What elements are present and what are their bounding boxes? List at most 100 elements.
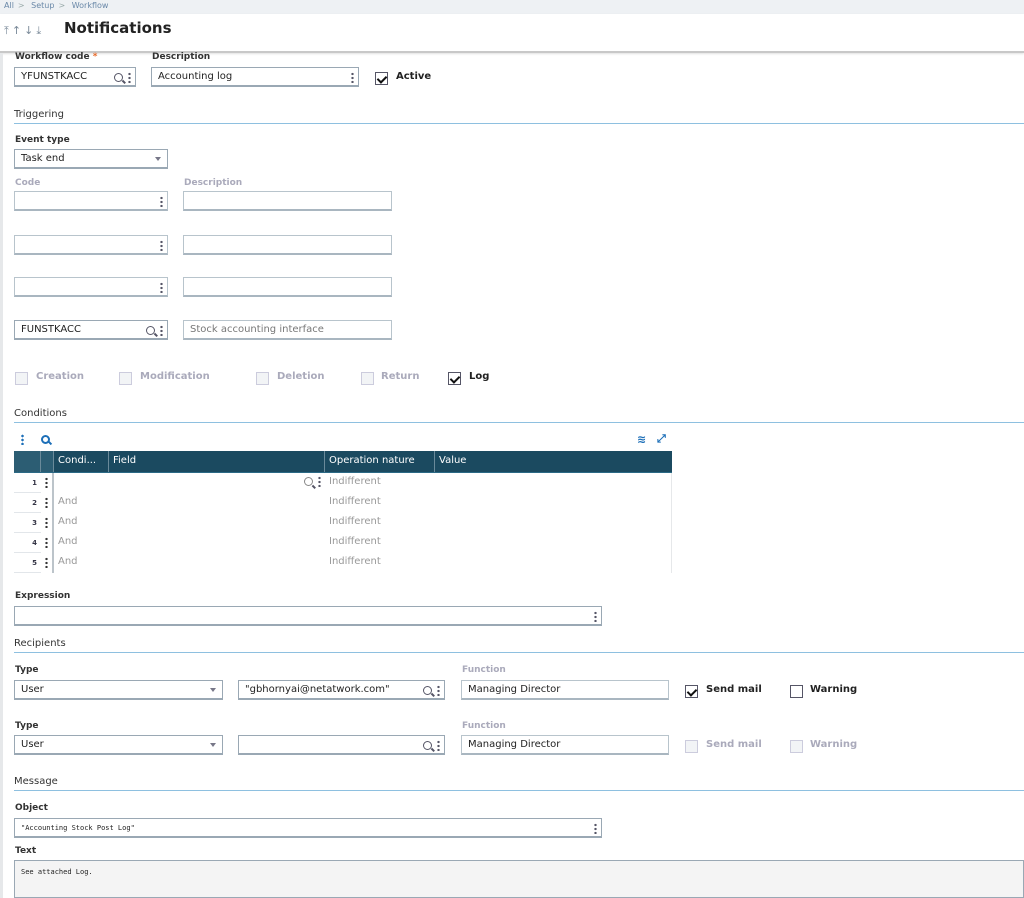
more-options-icon[interactable] [594,822,597,834]
recipient-type-select[interactable]: User [14,680,223,700]
active-label: Active [396,71,432,82]
object-field[interactable]: "Accounting Stock Post Log" [14,818,602,838]
more-options-icon[interactable] [160,195,163,207]
more-options-icon[interactable] [160,281,163,293]
search-icon[interactable] [114,72,123,82]
row-menu-icon[interactable] [45,477,48,488]
section-message: Message [14,776,1024,791]
grid-search-icon[interactable] [41,434,50,447]
code-description-field-4: Stock accounting interface [183,320,392,340]
workflow-code-field[interactable]: YFUNSTKACC [14,67,136,87]
column-value[interactable]: Value [435,451,672,472]
column-field[interactable]: Field [109,451,325,472]
active-checkbox[interactable] [375,72,388,85]
first-record-icon[interactable]: ⤒ [4,24,12,37]
code-description-label: Description [184,178,243,188]
more-options-icon[interactable] [160,324,163,336]
page-header: ⤒↑↓⤓ Notifications [0,14,1024,53]
code-description-field-2[interactable] [183,235,392,255]
table-row[interactable]: 3 And Indifferent [14,513,672,533]
code-field-2[interactable] [14,235,168,255]
chevron-down-icon [155,157,161,161]
creation-label: Creation [36,371,84,382]
code-field-4[interactable]: FUNSTKACC [14,320,168,340]
event-type-select[interactable]: Task end [14,149,168,169]
event-type-label: Event type [15,135,70,145]
modification-checkbox [119,372,132,385]
more-options-icon[interactable] [437,684,440,696]
code-description-field-3[interactable] [183,277,392,297]
send-mail-label: Send mail [706,739,762,750]
search-icon[interactable] [423,740,432,750]
breadcrumb-setup[interactable]: Setup [31,1,54,10]
code-field-3[interactable] [14,277,168,297]
send-mail-label: Send mail [706,684,762,695]
object-label: Object [15,803,48,813]
more-options-icon[interactable] [594,610,597,622]
more-options-icon[interactable] [437,739,440,751]
expression-field[interactable] [14,606,602,626]
function-field: Managing Director [461,735,669,755]
code-description-field-1[interactable] [183,191,392,211]
breadcrumb: All > Setup > Workflow [0,0,1024,14]
previous-record-icon[interactable]: ↑ [12,24,24,37]
search-icon[interactable] [146,325,155,335]
code-field-1[interactable] [14,191,168,211]
more-options-icon[interactable] [128,71,131,83]
next-record-icon[interactable]: ↓ [24,24,36,37]
log-label: Log [469,371,490,382]
message-text-area[interactable]: See attached Log. [14,860,1024,898]
more-options-icon[interactable] [160,239,163,251]
expand-icon[interactable]: ⤢ [657,432,666,446]
more-options-icon[interactable] [351,71,354,83]
left-rail [0,53,3,898]
workflow-code-label: Workflow code * [15,52,98,62]
recipient-address-field[interactable] [238,735,445,755]
creation-checkbox [15,372,28,385]
send-mail-checkbox[interactable] [685,685,698,698]
table-row[interactable]: 5 And Indifferent [14,553,672,573]
warning-checkbox[interactable] [790,685,803,698]
chevron-down-icon [210,743,216,747]
row-menu-icon[interactable] [45,557,48,568]
deletion-checkbox [256,372,269,385]
expression-label: Expression [15,591,71,601]
grid-options-icon[interactable] [21,434,24,448]
function-field: Managing Director [461,680,669,700]
column-condition[interactable]: Condi... [54,451,109,472]
breadcrumb-all[interactable]: All [4,1,14,10]
section-recipients: Recipients [14,638,1024,653]
table-row[interactable]: 2 And Indifferent [14,493,672,513]
last-record-icon[interactable]: ⤓ [36,24,44,37]
code-label: Code [15,178,41,188]
recipient-address-field[interactable]: "gbhornyai@netatwork.com" [238,680,445,700]
row-menu-icon[interactable] [45,517,48,528]
required-mark: * [92,52,98,62]
warning-checkbox [790,740,803,753]
log-checkbox[interactable] [448,372,461,385]
recipient-type-select[interactable]: User [14,735,223,755]
return-label: Return [381,371,420,382]
recipient-type-label: Type [15,665,39,675]
conditions-grid: Condi... Field Operation nature Value 1 … [14,451,672,573]
section-triggering: Triggering [14,109,1024,124]
table-row[interactable]: 4 And Indifferent [14,533,672,553]
send-mail-checkbox [685,740,698,753]
table-row[interactable]: 1 Indifferent [14,473,672,493]
page-title: Notifications [64,19,172,37]
description-label: Description [152,52,211,62]
description-field[interactable]: Accounting log [151,67,359,87]
chevron-down-icon [210,688,216,692]
search-icon[interactable] [304,477,313,486]
modification-label: Modification [140,371,210,382]
search-icon[interactable] [423,685,432,695]
row-menu-icon[interactable] [45,497,48,508]
more-options-icon[interactable] [318,476,321,487]
deletion-label: Deletion [277,371,325,382]
breadcrumb-workflow[interactable]: Workflow [72,1,109,10]
layers-icon[interactable]: ≋ [637,433,646,446]
column-operation-nature[interactable]: Operation nature [325,451,435,472]
section-conditions: Conditions [14,408,1024,423]
function-label: Function [462,721,506,731]
row-menu-icon[interactable] [45,537,48,548]
